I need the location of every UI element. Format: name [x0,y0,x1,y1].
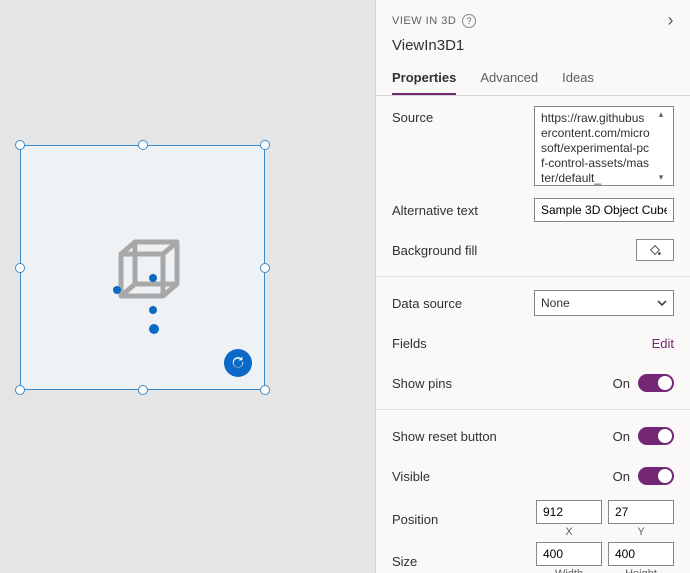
data-source-label: Data source [392,296,534,311]
collapse-panel-chevron[interactable]: › [668,10,675,31]
size-label: Size [392,554,536,569]
scrollbar[interactable]: ▴▾ [655,109,667,183]
alt-text-input[interactable] [534,198,674,222]
position-label: Position [392,512,536,527]
reset-icon [231,356,245,370]
resize-handle[interactable] [260,385,270,395]
resize-handle[interactable] [15,263,25,273]
panel-tabs: Properties Advanced Ideas [376,64,690,96]
pin-icon [149,306,157,314]
control-type-label: VIEW IN 3D [392,15,456,27]
selected-control-viewin3d[interactable] [20,145,265,390]
show-pins-label: Show pins [392,376,613,391]
position-x-input[interactable] [536,500,602,524]
cube-3d-object[interactable] [113,236,183,316]
bg-fill-label: Background fill [392,243,636,258]
canvas-area[interactable] [0,0,375,573]
alt-text-label: Alternative text [392,203,534,218]
visible-label: Visible [392,469,613,484]
pin-icon [149,274,157,282]
show-pins-toggle[interactable] [638,374,674,392]
resize-handle[interactable] [260,140,270,150]
size-width-input[interactable] [536,542,602,566]
tab-ideas[interactable]: Ideas [562,64,594,95]
show-pins-state: On [613,376,630,391]
source-label: Source [392,106,534,125]
pin-icon [113,286,121,294]
resize-handle[interactable] [138,140,148,150]
data-source-dropdown[interactable]: None [534,290,674,316]
show-reset-toggle[interactable] [638,427,674,445]
control-name: ViewIn3D1 [392,37,674,54]
source-input[interactable]: https://raw.githubusercontent.com/micros… [534,106,674,186]
show-reset-label: Show reset button [392,429,613,444]
reset-view-button[interactable] [224,349,252,377]
pin-icon [149,324,159,334]
edit-fields-link[interactable]: Edit [652,336,674,351]
help-icon[interactable]: ? [462,14,476,28]
position-y-input[interactable] [608,500,674,524]
show-reset-state: On [613,429,630,444]
resize-handle[interactable] [260,263,270,273]
paint-bucket-icon [648,243,662,257]
chevron-down-icon [657,298,667,308]
tab-advanced[interactable]: Advanced [480,64,538,95]
fields-label: Fields [392,336,652,351]
properties-panel: VIEW IN 3D ? › ViewIn3D1 Properties Adva… [375,0,690,573]
resize-handle[interactable] [15,140,25,150]
bg-fill-picker[interactable] [636,239,674,261]
visible-toggle[interactable] [638,467,674,485]
size-height-input[interactable] [608,542,674,566]
visible-state: On [613,469,630,484]
tab-properties[interactable]: Properties [392,64,456,95]
resize-handle[interactable] [138,385,148,395]
resize-handle[interactable] [15,385,25,395]
